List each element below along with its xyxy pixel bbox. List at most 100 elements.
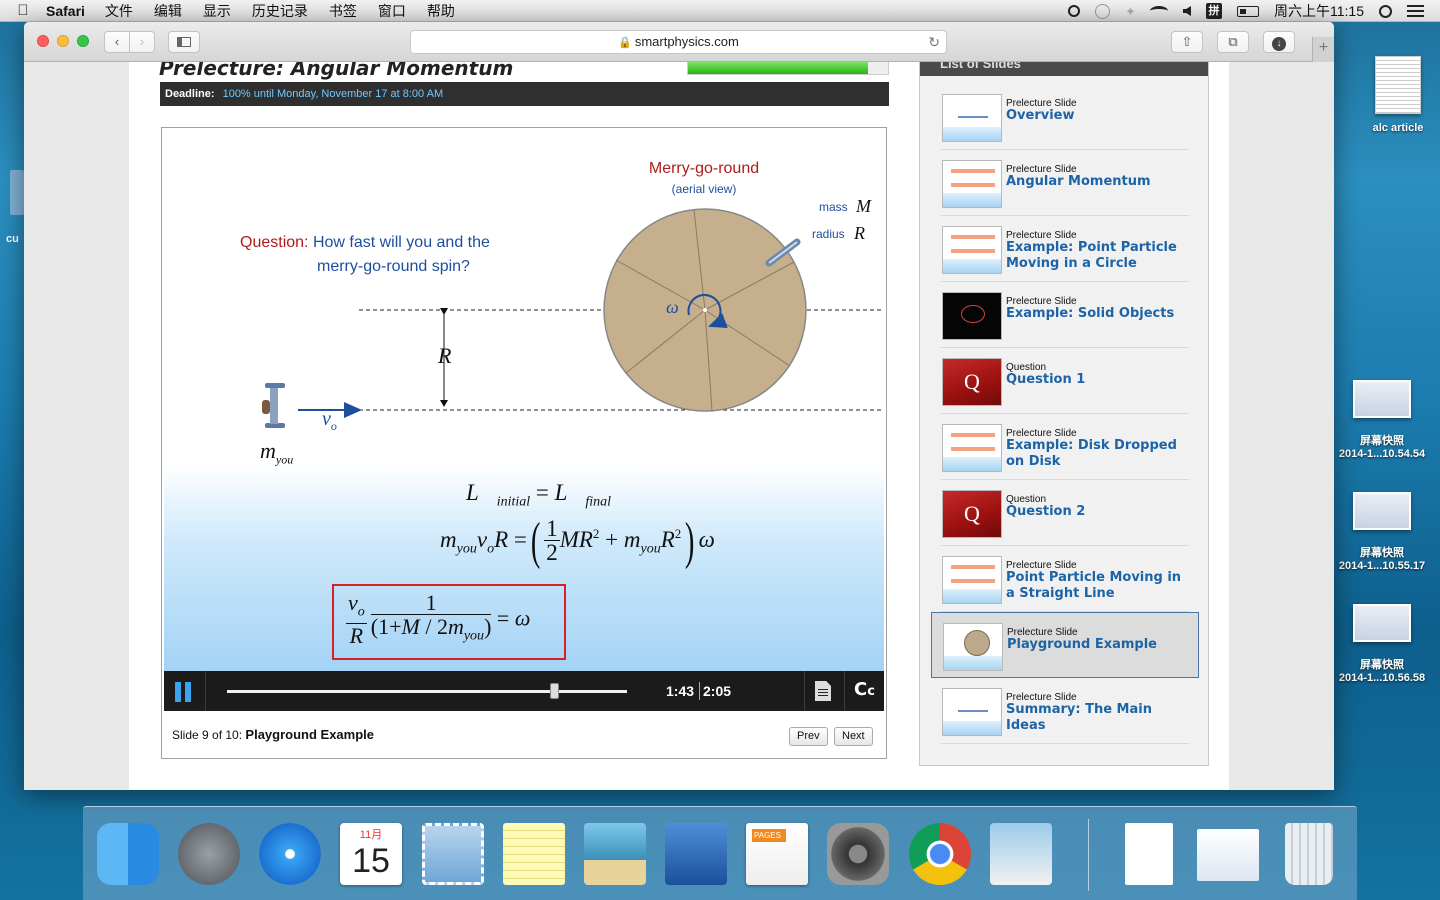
- desktop-file-icon[interactable]: [10, 170, 24, 215]
- tabs-overview-button[interactable]: ⧉: [1217, 31, 1249, 53]
- seek-bar[interactable]: [227, 690, 627, 693]
- slide-thumbnail[interactable]: [942, 688, 1002, 736]
- forward-button[interactable]: ›: [129, 31, 155, 53]
- dock-calendar[interactable]: 11月 15: [336, 819, 406, 889]
- pause-button[interactable]: [174, 682, 194, 702]
- slide-thumbnail[interactable]: [942, 556, 1002, 604]
- dock-iphoto[interactable]: [580, 819, 650, 889]
- next-button[interactable]: Next: [834, 727, 873, 746]
- new-tab-button[interactable]: +: [1312, 37, 1334, 62]
- menu-bookmarks[interactable]: 书签: [329, 1, 357, 21]
- iphoto-camera-icon: [584, 823, 646, 885]
- slide-list-item[interactable]: Prelecture Slide Example: Solid Objects: [941, 282, 1189, 348]
- thumb-graphic: [943, 127, 1001, 141]
- spotlight-icon[interactable]: [1379, 4, 1392, 18]
- seek-handle[interactable]: [550, 683, 559, 699]
- menu-window[interactable]: 窗口: [378, 1, 406, 21]
- dock-system-preferences[interactable]: [823, 819, 893, 889]
- slide-item-title[interactable]: Example: Solid Objects: [1006, 306, 1186, 322]
- minimize-window-button[interactable]: [57, 35, 69, 47]
- menu-view[interactable]: 显示: [203, 1, 231, 21]
- back-button[interactable]: ‹: [104, 31, 130, 53]
- slide-thumbnail[interactable]: [942, 160, 1002, 208]
- dock-mail[interactable]: [418, 819, 488, 889]
- slide-list-item[interactable]: Prelecture Slide Example: Disk Dropped on…: [941, 414, 1189, 480]
- dock-finder[interactable]: [93, 819, 163, 889]
- dock-downloads-stack[interactable]: [1193, 819, 1263, 889]
- dock-trash[interactable]: [1273, 819, 1343, 889]
- menu-clock[interactable]: 周六上午11:15: [1274, 1, 1364, 21]
- slide-thumbnail[interactable]: [943, 623, 1003, 671]
- slide-list-item[interactable]: Q Question Question 2: [941, 480, 1189, 546]
- slide-item-title[interactable]: Question 2: [1006, 504, 1186, 520]
- deadline-value: 100% until Monday, November 17 at 8:00 A…: [222, 88, 444, 100]
- share-button[interactable]: ⇧: [1171, 31, 1203, 53]
- dock-safari[interactable]: [255, 819, 325, 889]
- menu-history[interactable]: 历史记录: [252, 1, 308, 21]
- dock-dictionary[interactable]: [661, 819, 731, 889]
- zoom-window-button[interactable]: [77, 35, 89, 47]
- search-status-icon[interactable]: [1068, 5, 1080, 17]
- slide-thumbnail[interactable]: [942, 226, 1002, 274]
- menu-help[interactable]: 帮助: [427, 1, 455, 21]
- lesson-title: Prelecture: Angular Momentum: [159, 62, 514, 80]
- time-machine-icon[interactable]: [1095, 3, 1110, 19]
- desktop-screenshot[interactable]: 屏幕快照 2014-1...10.54.54: [1330, 380, 1434, 460]
- slide-list-item[interactable]: Q Question Question 1: [941, 348, 1189, 414]
- prev-button[interactable]: Prev: [789, 727, 828, 746]
- desktop-file-label[interactable]: cu: [6, 233, 19, 245]
- dock: 11月 15 PAGES: [83, 806, 1357, 900]
- slide-canvas[interactable]: Question: How fast will you and the merr…: [164, 130, 884, 671]
- battery-icon[interactable]: [1237, 5, 1259, 17]
- slide-item-title[interactable]: Summary: The Main Ideas: [1006, 702, 1186, 734]
- closed-captions-button[interactable]: Cc: [854, 679, 875, 700]
- slide-item-title[interactable]: Angular Momentum: [1006, 174, 1186, 190]
- slide-item-title[interactable]: Question 1: [1006, 372, 1186, 388]
- menu-file[interactable]: 文件: [105, 1, 133, 21]
- downloads-button[interactable]: ↓: [1263, 31, 1295, 53]
- dock-document-stack[interactable]: [1113, 819, 1183, 889]
- current-time: 1:43: [666, 683, 695, 699]
- sidebar-button[interactable]: [168, 31, 200, 53]
- desktop-document-label: alc article: [1372, 122, 1424, 134]
- deadline-bar: Deadline: 100% until Monday, November 17…: [160, 82, 889, 106]
- slide-item-title[interactable]: Example: Disk Dropped on Disk: [1006, 438, 1186, 470]
- wifi-icon[interactable]: [1150, 6, 1168, 16]
- slide-list-item[interactable]: Prelecture Slide Point Particle Moving in…: [941, 546, 1189, 612]
- slide-list-item[interactable]: Prelecture Slide Summary: The Main Ideas: [941, 678, 1189, 744]
- slide-item-title[interactable]: Point Particle Moving in a Straight Line: [1006, 570, 1186, 602]
- slide-thumbnail[interactable]: [942, 424, 1002, 472]
- address-bar[interactable]: 🔒 smartphysics.com ↻: [410, 30, 947, 54]
- slide-item-title[interactable]: Playground Example: [1007, 637, 1187, 653]
- dock-chrome[interactable]: [905, 819, 975, 889]
- dock-launchpad[interactable]: [174, 819, 244, 889]
- desktop-screenshot[interactable]: 屏幕快照 2014-1...10.56.58: [1330, 604, 1434, 684]
- slide-thumbnail[interactable]: Q: [942, 490, 1002, 538]
- close-window-button[interactable]: [37, 35, 49, 47]
- slide-list-item[interactable]: Prelecture Slide Angular Momentum: [941, 150, 1189, 216]
- menu-app-name[interactable]: Safari: [46, 3, 85, 19]
- notification-center-icon[interactable]: [1407, 5, 1424, 17]
- slide-list-item[interactable]: Prelecture Slide Example: Point Particle …: [941, 216, 1189, 282]
- slide-list-item[interactable]: Prelecture Slide Overview: [941, 84, 1189, 150]
- menu-edit[interactable]: 编辑: [154, 1, 182, 21]
- dock-preview[interactable]: [986, 819, 1056, 889]
- slide-item-title[interactable]: Example: Point Particle Moving in a Circ…: [1006, 240, 1186, 272]
- desktop-screenshot[interactable]: 屏幕快照 2014-1...10.55.17: [1330, 492, 1434, 572]
- reload-icon[interactable]: ↻: [928, 31, 940, 53]
- desktop-document[interactable]: alc article: [1360, 56, 1436, 134]
- dock-notes[interactable]: [499, 819, 569, 889]
- slide-thumbnail[interactable]: [942, 292, 1002, 340]
- slide-list-item[interactable]: Prelecture Slide Playground Example: [931, 612, 1199, 678]
- dock-pages[interactable]: PAGES: [742, 819, 812, 889]
- question-thumb-glyph: Q: [964, 501, 980, 526]
- bluetooth-icon[interactable]: ✦: [1125, 4, 1136, 19]
- volume-icon[interactable]: [1183, 6, 1191, 16]
- control-divider: [205, 671, 206, 711]
- apple-menu-icon[interactable]: : [0, 2, 46, 19]
- input-method-icon[interactable]: 拼: [1206, 3, 1222, 19]
- slide-thumbnail[interactable]: Q: [942, 358, 1002, 406]
- slide-item-title[interactable]: Overview: [1006, 108, 1186, 124]
- transcript-icon[interactable]: [815, 681, 831, 701]
- slide-thumbnail[interactable]: [942, 94, 1002, 142]
